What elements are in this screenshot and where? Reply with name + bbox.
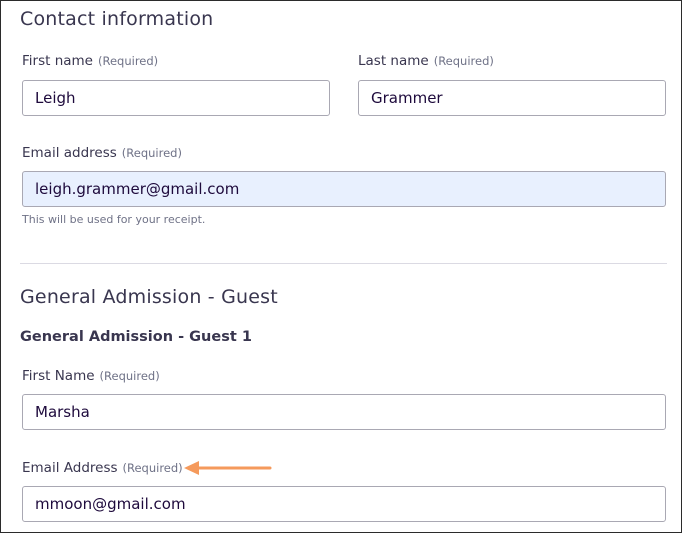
checkout-form: Contact information First name (Required)… <box>0 0 682 533</box>
last-name-label: Last name (Required) <box>358 53 494 69</box>
guest-email-required: (Required) <box>122 461 183 475</box>
first-name-label-text: First name <box>22 53 93 69</box>
last-name-required: (Required) <box>433 54 494 68</box>
email-label-text: Email address <box>22 145 117 161</box>
guest-first-name-required: (Required) <box>99 369 160 383</box>
email-input[interactable] <box>22 171 666 207</box>
first-name-input[interactable] <box>22 80 330 116</box>
arrow-left-icon <box>184 461 272 475</box>
first-name-label: First name (Required) <box>22 53 158 69</box>
email-hint: This will be used for your receipt. <box>22 213 206 226</box>
guest-title: General Admission - Guest 1 <box>20 329 252 345</box>
guest-first-name-input[interactable] <box>22 394 666 430</box>
guest-email-label-text: Email Address <box>22 460 118 476</box>
section-divider <box>20 263 667 264</box>
first-name-required: (Required) <box>98 54 159 68</box>
last-name-label-text: Last name <box>358 53 429 69</box>
guest-email-input[interactable] <box>22 486 666 522</box>
email-required: (Required) <box>121 146 182 160</box>
contact-section-title: Contact information <box>20 8 214 30</box>
guest-email-label: Email Address (Required) <box>22 460 183 476</box>
ticket-section-title: General Admission - Guest <box>20 286 278 308</box>
email-label: Email address (Required) <box>22 145 182 161</box>
last-name-input[interactable] <box>358 80 666 116</box>
guest-first-name-label: First Name (Required) <box>22 368 160 384</box>
guest-first-name-label-text: First Name <box>22 368 95 384</box>
